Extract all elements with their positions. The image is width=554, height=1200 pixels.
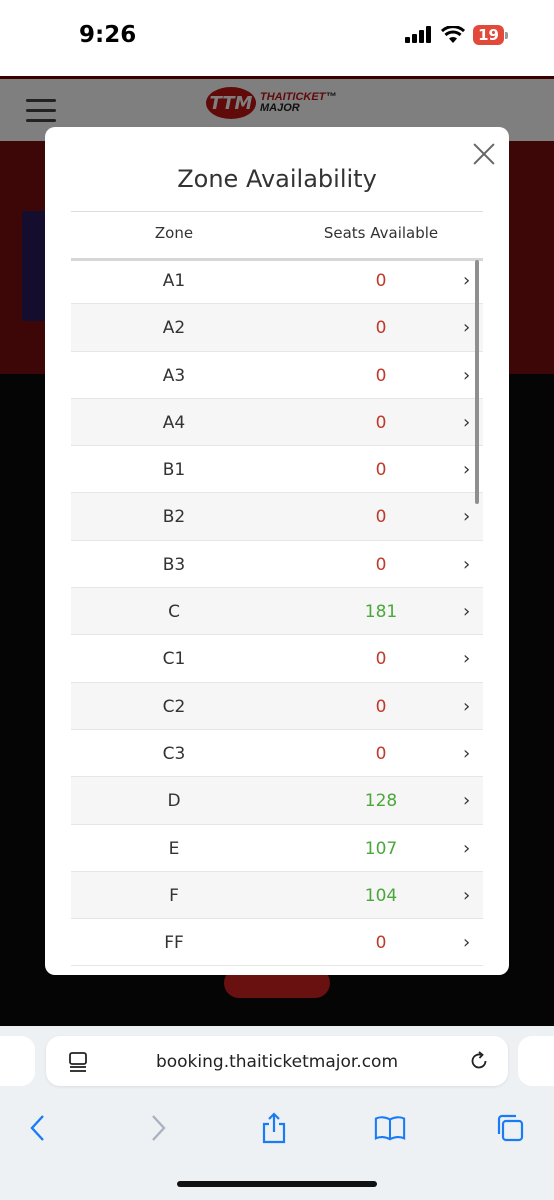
bookmarks-icon[interactable] <box>374 1112 406 1144</box>
zone-name: C <box>168 602 180 623</box>
browser-toolbar <box>0 1098 554 1200</box>
zone-row[interactable]: C2 0 › <box>71 682 483 730</box>
zone-name: A2 <box>162 318 186 339</box>
zone-name: A1 <box>162 271 186 291</box>
zone-name: C3 <box>162 743 186 764</box>
zone-row[interactable]: D 128 › <box>71 777 483 825</box>
status-bar: 9:26 19 <box>0 0 554 76</box>
zone-row[interactable]: B1 0 › <box>71 446 483 494</box>
zone-name: A3 <box>162 365 186 386</box>
zone-list: A1 0 › A2 0 › A3 0 › A4 0 › B1 0 › B2 0 › B3 0 › C 181 › C1 0 › C2 0… <box>71 257 483 967</box>
zone-row[interactable]: C3 0 › <box>71 730 483 778</box>
zone-row[interactable]: B3 0 › <box>71 541 483 589</box>
chevron-right-icon: › <box>463 884 471 906</box>
previous-tab-preview[interactable] <box>0 1036 35 1086</box>
chevron-right-icon: › <box>463 790 471 812</box>
reload-icon[interactable] <box>468 1050 490 1072</box>
zone-row[interactable]: C1 0 › <box>71 635 483 683</box>
seats-available: 104 <box>364 885 398 906</box>
seats-available: 0 <box>375 649 387 670</box>
battery-tip <box>505 31 508 39</box>
seats-available: 0 <box>375 554 387 575</box>
zone-name: F <box>169 885 179 906</box>
next-tab-preview[interactable] <box>518 1036 554 1086</box>
url-text: booking.thaiticketmajor.com <box>155 1052 399 1072</box>
table-header: Zone Seats Available <box>71 211 483 261</box>
share-icon[interactable] <box>258 1112 290 1144</box>
status-icons: 19 <box>405 25 508 45</box>
zone-row[interactable]: A2 0 › <box>71 304 483 352</box>
chevron-right-icon: › <box>463 411 471 433</box>
seats-available: 0 <box>375 318 387 339</box>
battery-icon: 19 <box>473 25 508 45</box>
seats-available: 0 <box>375 365 387 386</box>
close-icon[interactable] <box>471 141 497 167</box>
seats-available: 0 <box>375 460 387 481</box>
cellular-signal-icon <box>405 26 432 43</box>
seats-available: 0 <box>375 507 387 528</box>
zone-row[interactable]: A3 0 › <box>71 352 483 399</box>
back-icon[interactable] <box>22 1112 54 1144</box>
zone-row[interactable]: A4 0 › <box>71 398 483 447</box>
zone-name: C1 <box>162 649 186 670</box>
zone-row[interactable]: E 107 › <box>71 825 483 872</box>
modal-title: Zone Availability <box>177 165 377 193</box>
chevron-right-icon: › <box>463 553 471 575</box>
chevron-right-icon: › <box>463 317 471 339</box>
chevron-right-icon: › <box>463 270 471 291</box>
zone-name: B3 <box>162 554 186 575</box>
address-bar[interactable]: booking.thaiticketmajor.com <box>46 1036 508 1086</box>
wifi-icon <box>441 26 466 43</box>
chevron-right-icon: › <box>463 459 471 481</box>
seats-available: 0 <box>375 696 387 717</box>
status-time: 9:26 <box>79 22 137 48</box>
tabs-icon[interactable] <box>494 1112 526 1144</box>
modal-scrollbar[interactable] <box>475 260 479 504</box>
chevron-right-icon: › <box>463 601 471 623</box>
zone-availability-modal: Zone Availability Zone Seats Available A… <box>45 127 509 975</box>
chevron-right-icon: › <box>463 506 471 528</box>
zone-row[interactable]: C 181 › <box>71 588 483 636</box>
zone-name: D <box>167 791 181 812</box>
seats-available: 0 <box>375 412 387 433</box>
zone-row[interactable]: F 104 › <box>71 871 483 920</box>
battery-level: 19 <box>473 25 504 45</box>
zone-row[interactable]: B2 0 › <box>71 493 483 541</box>
home-indicator <box>177 1181 377 1187</box>
chevron-right-icon: › <box>463 837 471 859</box>
zone-name: A4 <box>162 412 186 433</box>
zone-name: E <box>168 838 180 859</box>
column-header-seats-available: Seats Available <box>323 224 439 242</box>
zone-name: B2 <box>162 507 186 528</box>
forward-icon[interactable] <box>142 1112 174 1144</box>
seats-available: 0 <box>375 743 387 764</box>
zone-name: FF <box>164 933 184 954</box>
chevron-right-icon: › <box>463 364 471 386</box>
chevron-right-icon: › <box>463 648 471 670</box>
seats-available: 107 <box>364 838 398 859</box>
seats-available: 128 <box>364 791 398 812</box>
chevron-right-icon: › <box>463 932 471 954</box>
seats-available: 0 <box>375 271 387 291</box>
column-header-zone: Zone <box>154 224 194 242</box>
zone-name: B1 <box>162 460 186 481</box>
chevron-right-icon: › <box>463 742 471 764</box>
zone-name: C2 <box>162 696 186 717</box>
browser-address-area: booking.thaiticketmajor.com <box>0 1026 554 1098</box>
seats-available: 0 <box>375 933 387 954</box>
zone-row[interactable]: FF 0 › <box>71 919 483 967</box>
seats-available: 181 <box>364 602 398 623</box>
chevron-right-icon: › <box>463 695 471 717</box>
zone-row[interactable]: A1 0 › <box>71 257 483 305</box>
